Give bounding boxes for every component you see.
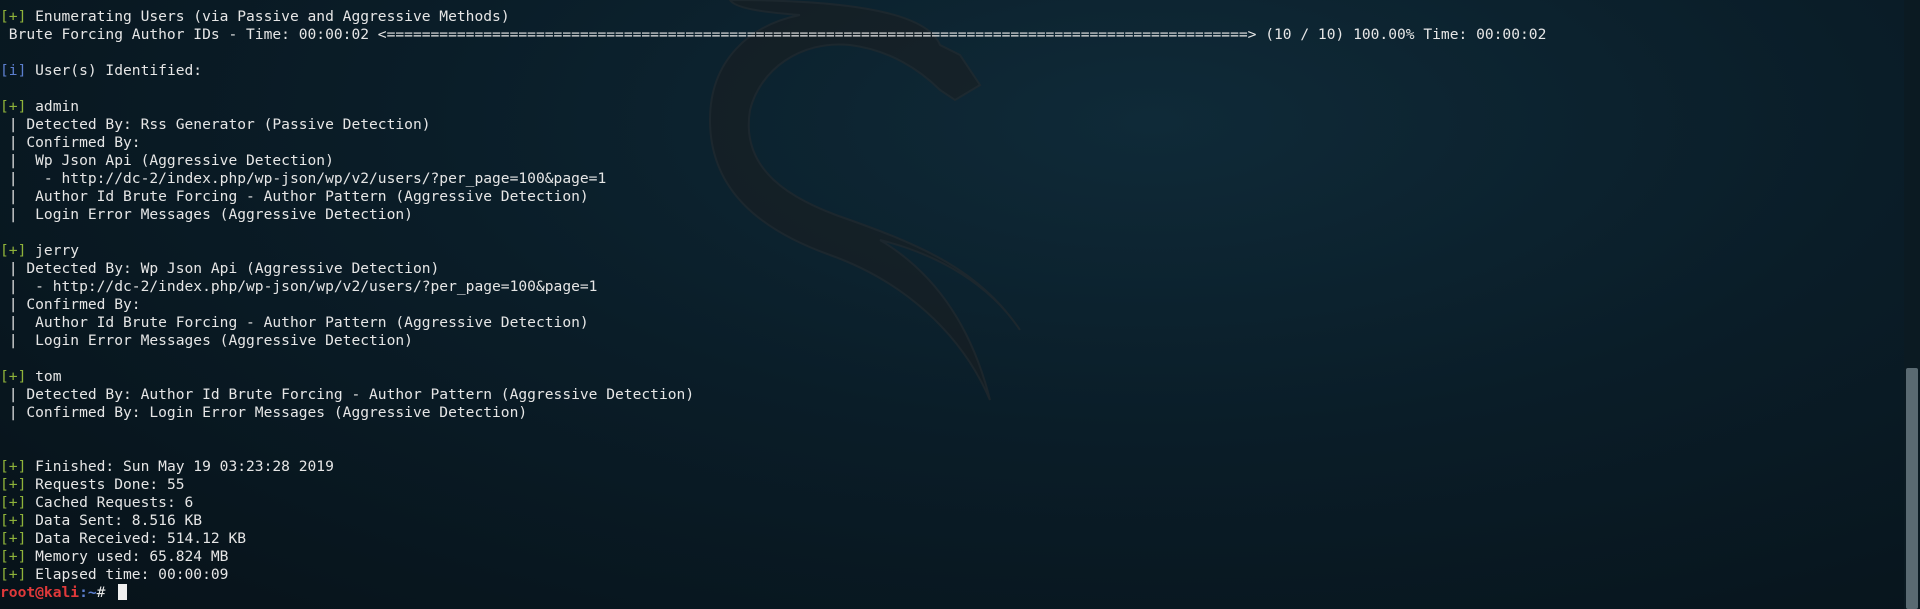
terminal-line: [+] Requests Done: 55: [0, 476, 185, 494]
terminal-line: | - http://dc-2/index.php/wp-json/wp/v2/…: [0, 170, 606, 188]
line-text: | Detected By: Author Id Brute Forcing -…: [0, 386, 695, 403]
scrollbar-thumb[interactable]: [1906, 368, 1918, 609]
line-text: Cached Requests: 6: [26, 494, 194, 511]
line-text: | Login Error Messages (Aggressive Detec…: [0, 206, 413, 223]
terminal-line: | Confirmed By:: [0, 296, 141, 314]
terminal-line: Brute Forcing Author IDs - Time: 00:00:0…: [0, 26, 1547, 44]
line-text: Requests Done: 55: [26, 476, 185, 493]
line-text: | - http://dc-2/index.php/wp-json/wp/v2/…: [0, 170, 607, 187]
terminal-line: [+] jerry: [0, 242, 79, 260]
line-text: Finished: Sun May 19 03:23:28 2019: [26, 458, 334, 475]
line-text: | Confirmed By:: [0, 134, 141, 151]
plus-tag: [+]: [0, 512, 27, 529]
terminal-line: [+] admin: [0, 98, 79, 116]
terminal-line: [i] User(s) Identified:: [0, 62, 202, 80]
terminal-line: [+] tom: [0, 368, 62, 386]
plus-tag: [+]: [0, 530, 27, 547]
plus-tag: [+]: [0, 458, 27, 475]
plus-tag: [+]: [0, 242, 27, 259]
terminal-line: [+] Memory used: 65.824 MB: [0, 548, 228, 566]
terminal-line: | Confirmed By: Login Error Messages (Ag…: [0, 404, 527, 422]
line-text: | Confirmed By: Login Error Messages (Ag…: [0, 404, 528, 421]
line-text: Elapsed time: 00:00:09: [26, 566, 229, 583]
prompt-path: :~: [79, 584, 97, 601]
plus-tag: [+]: [0, 368, 27, 385]
line-text: | Detected By: Rss Generator (Passive De…: [0, 116, 431, 133]
terminal-line: | Detected By: Wp Json Api (Aggressive D…: [0, 260, 440, 278]
line-text: | Login Error Messages (Aggressive Detec…: [0, 332, 413, 349]
terminal-line: | Confirmed By:: [0, 134, 141, 152]
plus-tag: [+]: [0, 476, 27, 493]
prompt-user-host: root@kali: [0, 584, 80, 601]
terminal-line: | Login Error Messages (Aggressive Detec…: [0, 206, 413, 224]
line-text: | Author Id Brute Forcing - Author Patte…: [0, 188, 589, 205]
line-text: User(s) Identified:: [26, 62, 203, 79]
terminal-line: | Login Error Messages (Aggressive Detec…: [0, 332, 413, 350]
line-text: Brute Forcing Author IDs - Time: 00:00:0…: [0, 26, 1547, 43]
prompt-line[interactable]: root@kali:~#: [0, 584, 128, 602]
line-text: | Author Id Brute Forcing - Author Patte…: [0, 314, 589, 331]
line-text: admin: [26, 98, 80, 115]
line-text: Data Sent: 8.516 KB: [26, 512, 203, 529]
terminal-line: | Wp Json Api (Aggressive Detection): [0, 152, 334, 170]
terminal-line: | Author Id Brute Forcing - Author Patte…: [0, 188, 589, 206]
terminal-line: [+] Elapsed time: 00:00:09: [0, 566, 228, 584]
line-text: Memory used: 65.824 MB: [26, 548, 229, 565]
terminal-line: [+] Cached Requests: 6: [0, 494, 193, 512]
terminal-line: | - http://dc-2/index.php/wp-json/wp/v2/…: [0, 278, 598, 296]
terminal-line: [+] Data Sent: 8.516 KB: [0, 512, 202, 530]
terminal-line: [+] Enumerating Users (via Passive and A…: [0, 8, 510, 26]
terminal-line: | Detected By: Rss Generator (Passive De…: [0, 116, 431, 134]
line-text: Enumerating Users (via Passive and Aggre…: [26, 8, 510, 25]
line-text: | - http://dc-2/index.php/wp-json/wp/v2/…: [0, 278, 598, 295]
plus-tag: [+]: [0, 548, 27, 565]
line-text: | Detected By: Wp Json Api (Aggressive D…: [0, 260, 440, 277]
block-cursor-icon: [118, 584, 128, 600]
terminal-line: [+] Finished: Sun May 19 03:23:28 2019: [0, 458, 334, 476]
plus-tag: [+]: [0, 494, 27, 511]
plus-tag: [+]: [0, 8, 27, 25]
plus-tag: [+]: [0, 566, 27, 583]
line-text: tom: [26, 368, 62, 385]
scrollbar[interactable]: [1904, 0, 1920, 609]
line-text: Data Received: 514.12 KB: [26, 530, 247, 547]
line-text: jerry: [26, 242, 80, 259]
prompt-symbol: #: [96, 584, 115, 601]
plus-tag: [+]: [0, 98, 27, 115]
line-text: | Confirmed By:: [0, 296, 141, 313]
terminal-line: | Author Id Brute Forcing - Author Patte…: [0, 314, 589, 332]
info-tag: [i]: [0, 62, 27, 79]
line-text: | Wp Json Api (Aggressive Detection): [0, 152, 334, 169]
terminal-line: | Detected By: Author Id Brute Forcing -…: [0, 386, 694, 404]
terminal-output[interactable]: [+] Enumerating Users (via Passive and A…: [0, 0, 1904, 609]
terminal-line: [+] Data Received: 514.12 KB: [0, 530, 246, 548]
